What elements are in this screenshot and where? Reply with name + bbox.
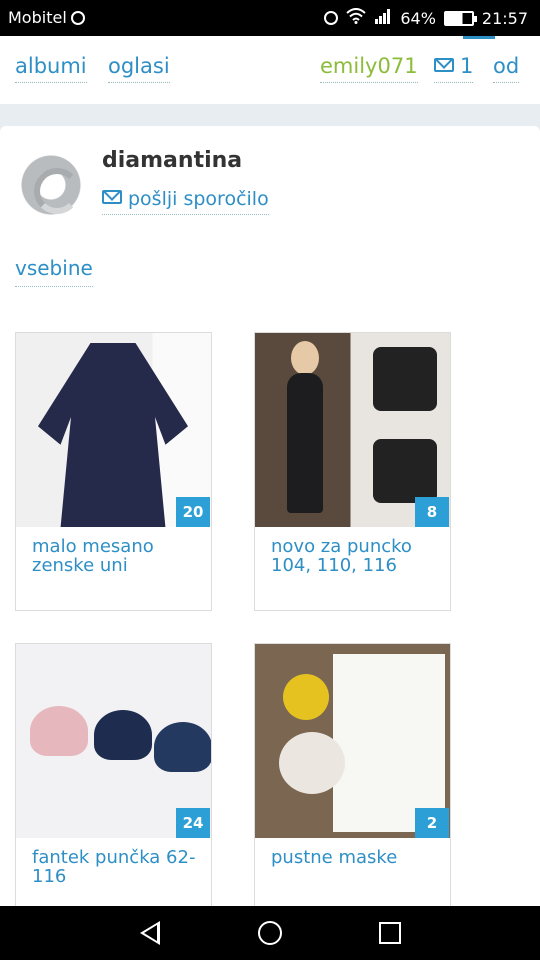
home-icon[interactable] bbox=[258, 921, 282, 945]
nav-indicator bbox=[463, 36, 495, 39]
photo-count-badge: 8 bbox=[415, 497, 449, 527]
shirt-image bbox=[373, 439, 437, 503]
section-vsebine-link[interactable]: vsebine bbox=[15, 256, 93, 287]
photo-count-badge: 2 bbox=[415, 808, 449, 838]
album-tile[interactable]: 20 malo mesano zenske uni bbox=[15, 332, 212, 611]
envelope-icon bbox=[102, 190, 122, 204]
girl-head-image bbox=[291, 341, 319, 375]
clock: 21:57 bbox=[481, 8, 528, 28]
profile-name: diamantina bbox=[102, 148, 243, 173]
status-bar: Mobitel 64% 21:57 bbox=[0, 0, 540, 36]
carrier-text: Mobitel bbox=[8, 8, 67, 27]
wifi-icon bbox=[346, 8, 366, 28]
top-navigation: albumi oglasi emily071 1 od bbox=[0, 36, 540, 104]
cap-image bbox=[94, 710, 152, 760]
nav-oglasi-link[interactable]: oglasi bbox=[108, 54, 170, 83]
recent-apps-icon[interactable] bbox=[379, 922, 401, 944]
nav-messages-link[interactable]: 1 bbox=[434, 54, 474, 83]
album-title[interactable]: pustne maske bbox=[271, 848, 441, 867]
system-nav-bar bbox=[0, 906, 540, 960]
nav-albumi-link[interactable]: albumi bbox=[15, 54, 87, 83]
battery-percent: 64% bbox=[400, 8, 436, 28]
album-tile[interactable]: 8 novo za puncko 104, 110, 116 bbox=[254, 332, 451, 611]
white-mask-image bbox=[279, 732, 345, 794]
signal-icon bbox=[374, 8, 392, 28]
cap-image bbox=[30, 706, 88, 756]
back-icon[interactable] bbox=[140, 921, 160, 945]
carrier-label: Mobitel bbox=[8, 8, 85, 27]
yellow-mask-image bbox=[283, 674, 329, 720]
album-tile[interactable]: 24 fantek punčka 62-116 bbox=[15, 643, 212, 922]
send-message-link[interactable]: pošlji sporočilo bbox=[102, 188, 269, 215]
album-title[interactable]: fantek punčka 62-116 bbox=[32, 848, 202, 886]
cap-image bbox=[154, 722, 211, 772]
avatar bbox=[20, 154, 82, 216]
album-title[interactable]: malo mesano zenske uni bbox=[32, 537, 202, 575]
nav-user-link[interactable]: emily071 bbox=[320, 54, 418, 83]
dress-image bbox=[38, 343, 188, 527]
status-icons: 64% 21:57 bbox=[324, 8, 528, 28]
photo-count-badge: 20 bbox=[176, 497, 210, 527]
photo-count-badge: 24 bbox=[176, 808, 210, 838]
envelope-icon bbox=[434, 58, 454, 72]
send-message-label: pošlji sporočilo bbox=[128, 188, 269, 210]
nav-logout-link[interactable]: od bbox=[493, 54, 520, 83]
shirt-image bbox=[373, 347, 437, 411]
battery-icon bbox=[443, 10, 477, 26]
album-tile[interactable]: 2 pustne maske bbox=[254, 643, 451, 922]
profile-card: diamantina pošlji sporočilo vsebine 20 m… bbox=[0, 126, 540, 922]
girl-image bbox=[287, 373, 323, 513]
album-title[interactable]: novo za puncko 104, 110, 116 bbox=[271, 537, 441, 575]
chrome-icon bbox=[70, 11, 85, 25]
costume-image bbox=[333, 654, 445, 832]
alarm-icon bbox=[324, 11, 339, 25]
messages-count: 1 bbox=[460, 54, 474, 78]
